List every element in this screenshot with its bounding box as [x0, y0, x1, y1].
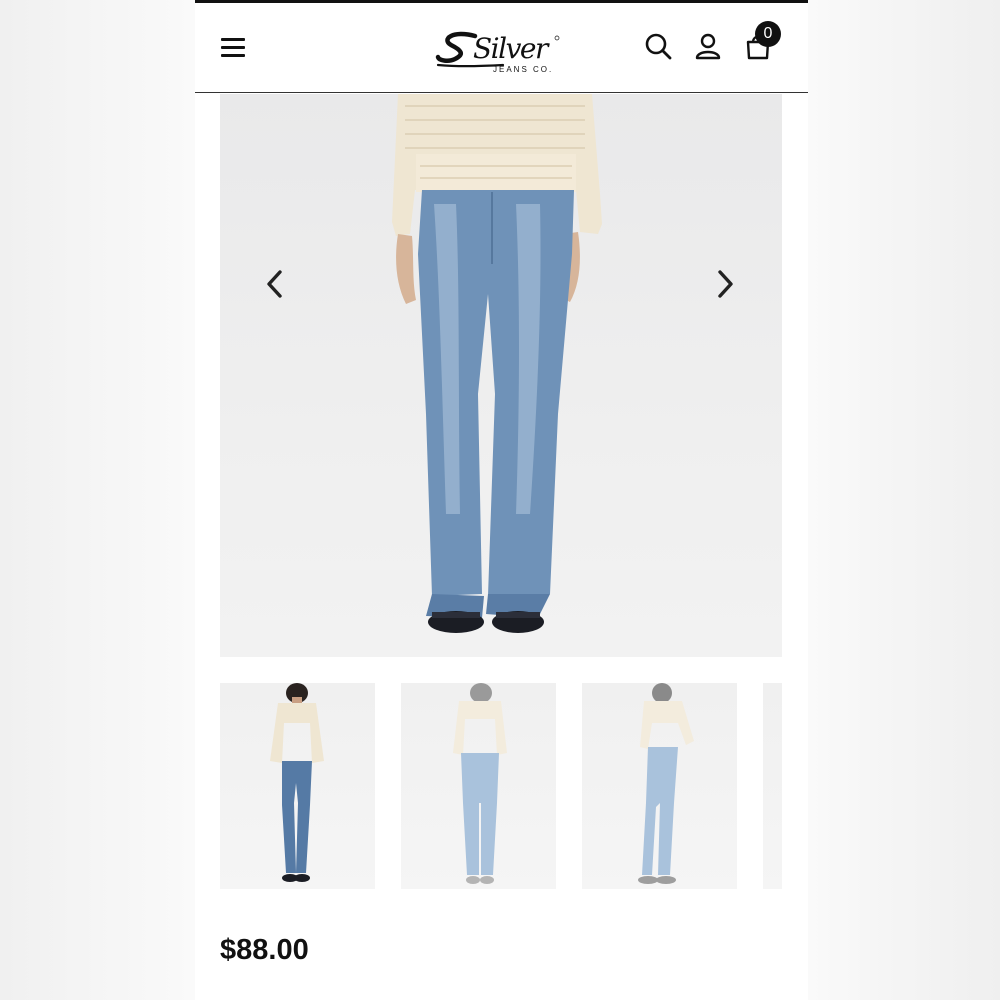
search-icon[interactable]: [643, 30, 673, 62]
chevron-left-icon[interactable]: [260, 264, 290, 304]
thumbnail-side[interactable]: [582, 683, 737, 889]
thumbnail-strip: [220, 683, 782, 889]
thumbnail-back[interactable]: [401, 683, 556, 889]
left-background: [0, 0, 195, 1000]
menu-icon[interactable]: [219, 36, 247, 58]
brand-subtitle: JEANS CO.: [493, 65, 553, 74]
product-page: Silver JEANS CO. 0 $88.00: [195, 0, 808, 1000]
product-price: $88.00: [220, 934, 309, 966]
account-icon[interactable]: [693, 30, 723, 62]
site-header: Silver JEANS CO. 0: [195, 3, 808, 93]
thumbnail-front[interactable]: [220, 683, 375, 889]
model-photo: [392, 94, 602, 633]
right-background: [808, 0, 1000, 1000]
main-product-image[interactable]: [220, 94, 782, 657]
thumbnail-partial[interactable]: [763, 683, 782, 889]
brand-name: Silver: [473, 32, 550, 65]
cart-count-badge: 0: [755, 21, 781, 47]
chevron-right-icon[interactable]: [710, 264, 740, 304]
brand-logo[interactable]: Silver JEANS CO.: [435, 23, 575, 75]
